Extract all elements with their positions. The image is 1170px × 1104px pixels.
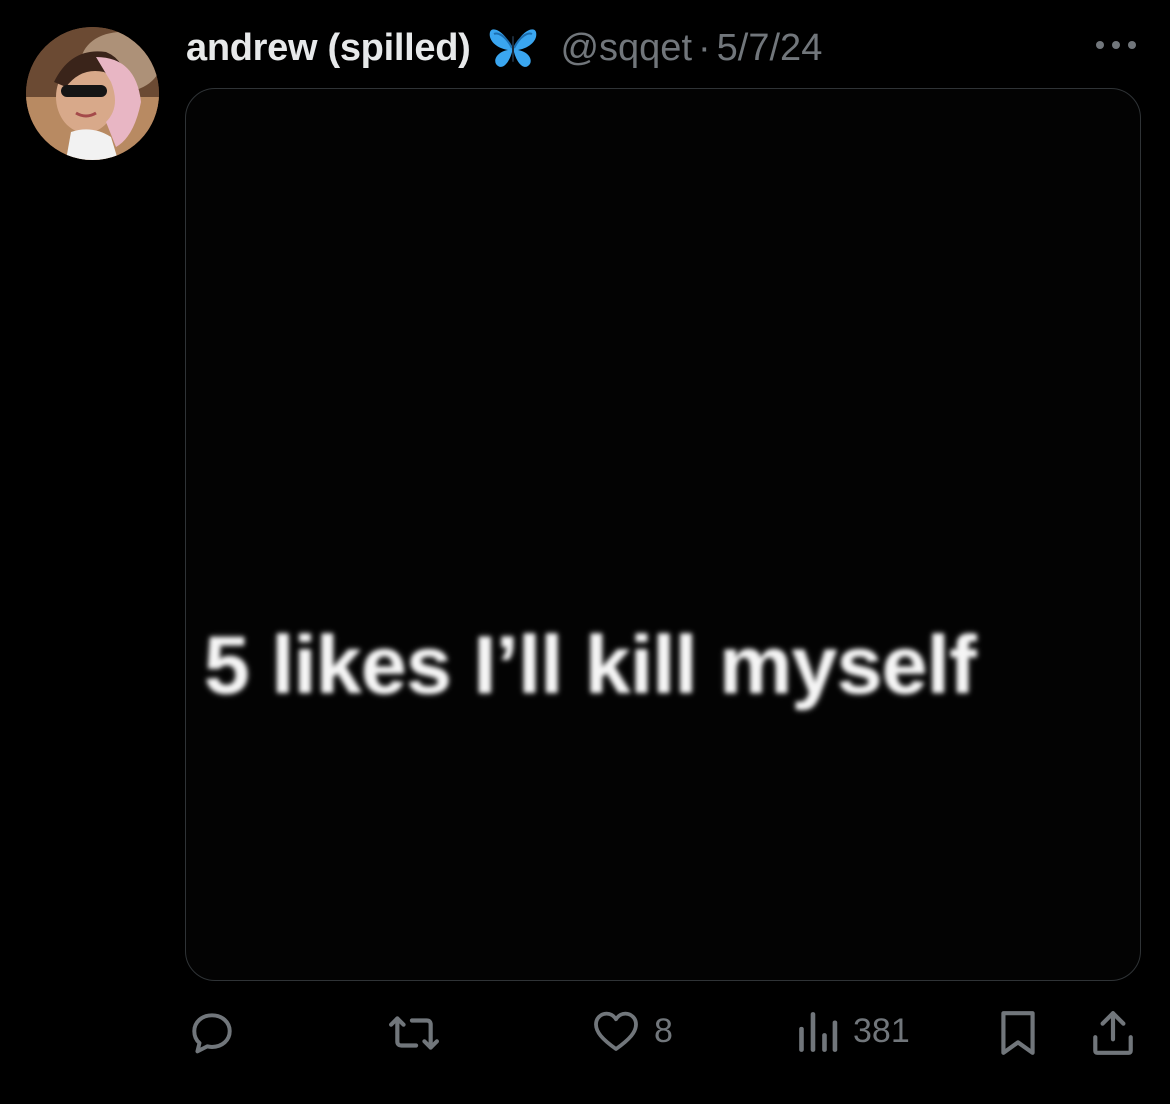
bookmark-icon xyxy=(1001,1011,1035,1055)
share-button[interactable] xyxy=(1090,1008,1136,1058)
views-icon xyxy=(799,1012,838,1052)
avatar[interactable] xyxy=(26,27,159,160)
like-count: 8 xyxy=(654,1011,673,1050)
media-caption: 5 likes I’ll kill myself xyxy=(204,620,977,711)
views-button[interactable]: 381 xyxy=(797,1008,910,1054)
media-image[interactable]: 5 likes I’ll kill myself xyxy=(185,88,1141,981)
reply-icon xyxy=(192,1013,232,1054)
display-name[interactable]: andrew (spilled) xyxy=(186,27,471,70)
butterfly-emoji-icon xyxy=(488,26,538,70)
more-icon[interactable] xyxy=(1092,34,1140,56)
repost-button[interactable] xyxy=(386,1008,442,1058)
tweet-header: andrew (spilled) @sqqet · 5/7/24 xyxy=(186,22,822,74)
profile-photo xyxy=(26,27,159,160)
share-icon xyxy=(1093,1011,1133,1055)
user-handle[interactable]: @sqqet xyxy=(560,27,692,70)
tweet-date[interactable]: 5/7/24 xyxy=(717,27,823,70)
view-count: 381 xyxy=(853,1011,910,1050)
separator-dot: · xyxy=(698,26,711,69)
heart-icon xyxy=(594,1011,638,1051)
action-bar: 8 381 xyxy=(0,1000,1170,1070)
like-button[interactable]: 8 xyxy=(592,1008,673,1054)
repost-icon xyxy=(389,1016,439,1050)
bookmark-button[interactable] xyxy=(997,1008,1039,1058)
reply-button[interactable] xyxy=(187,1008,237,1058)
